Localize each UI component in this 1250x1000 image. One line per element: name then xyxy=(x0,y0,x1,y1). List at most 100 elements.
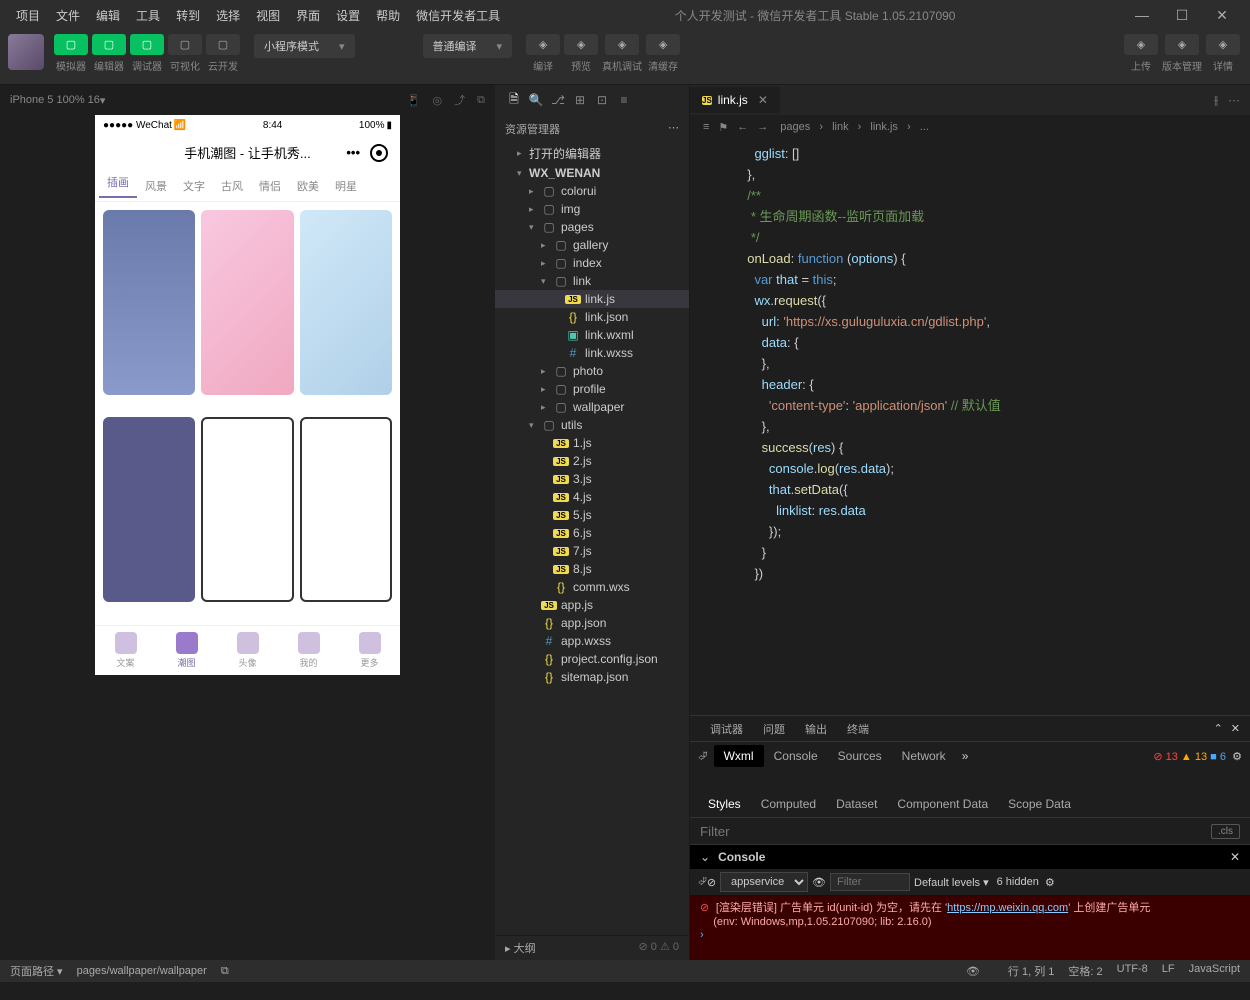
menu-视图[interactable]: 视图 xyxy=(248,5,288,27)
tree-node[interactable]: {}comm.wxs xyxy=(495,578,689,596)
tree-node[interactable]: ▸▢profile xyxy=(495,380,689,398)
tree-node[interactable]: ▸▢colorui xyxy=(495,182,689,200)
search-icon[interactable]: 🔍 xyxy=(525,93,547,107)
more-icon[interactable]: » xyxy=(962,749,969,763)
toolbar-right[interactable]: ◈ xyxy=(1206,34,1240,55)
gear-icon[interactable]: ⚙ xyxy=(1045,876,1055,889)
bottom-nav-item[interactable]: 我的 xyxy=(278,626,339,675)
bottom-nav-item[interactable]: 潮图 xyxy=(156,626,217,675)
style-tab[interactable]: Computed xyxy=(751,797,826,811)
back-icon[interactable]: ← xyxy=(737,121,748,133)
ext-icon[interactable]: ⊡ xyxy=(591,93,613,107)
tree-node[interactable]: JS4.js xyxy=(495,488,689,506)
close-icon[interactable]: ✕ xyxy=(1231,722,1240,735)
wallpaper-thumb[interactable] xyxy=(201,417,293,602)
tree-node[interactable]: #app.wxss xyxy=(495,632,689,650)
tree-node[interactable]: JS2.js xyxy=(495,452,689,470)
maximize-button[interactable]: ☐ xyxy=(1162,7,1202,24)
error-count[interactable]: ⊘ 13 xyxy=(1153,751,1178,763)
style-tab[interactable]: Dataset xyxy=(826,797,887,811)
crumb[interactable]: link xyxy=(832,121,849,133)
more-icon[interactable]: ⋯ xyxy=(1228,93,1240,107)
menu-界面[interactable]: 界面 xyxy=(288,5,328,27)
scope-select[interactable]: appservice xyxy=(720,872,808,892)
tree-node[interactable]: {}app.json xyxy=(495,614,689,632)
devtools-subtab[interactable]: Console xyxy=(764,745,828,767)
toolbar-action[interactable]: ◈ xyxy=(646,34,680,55)
style-tab[interactable]: Component Data xyxy=(887,797,998,811)
tree-node[interactable]: ▾▢utils xyxy=(495,416,689,434)
hidden-count[interactable]: 6 hidden xyxy=(997,876,1039,888)
outline-title[interactable]: 大纲 xyxy=(514,943,536,955)
tree-node[interactable]: JSapp.js xyxy=(495,596,689,614)
crumb[interactable]: pages xyxy=(780,121,810,133)
category-tab[interactable]: 插画 xyxy=(99,174,137,198)
ext-icon[interactable]: ≡ xyxy=(613,93,635,107)
git-icon[interactable]: ⎇ xyxy=(547,93,569,107)
breadcrumb[interactable]: ≡ ⚑ ← → pages › link › link.js › ... xyxy=(690,115,1250,139)
user-avatar[interactable] xyxy=(8,34,44,70)
toolbar-btn[interactable]: ▢ xyxy=(206,34,240,55)
inspect-icon[interactable]: ⮰ xyxy=(698,749,708,764)
devtools-tab[interactable]: 终端 xyxy=(837,721,879,737)
tree-node[interactable]: ▾▢link xyxy=(495,272,689,290)
crumb[interactable]: link.js xyxy=(870,121,898,133)
menu-设置[interactable]: 设置 xyxy=(328,5,368,27)
category-tab[interactable]: 风景 xyxy=(137,178,175,194)
gear-icon[interactable]: ⚙ xyxy=(1232,751,1242,763)
warn-count[interactable]: ▲ 13 xyxy=(1181,751,1207,763)
tree-node[interactable]: JS6.js xyxy=(495,524,689,542)
wallpaper-thumb[interactable] xyxy=(103,417,195,602)
menu-编辑[interactable]: 编辑 xyxy=(88,5,128,27)
device-label[interactable]: iPhone 5 100% 16 xyxy=(10,94,100,106)
tree-node[interactable]: JS5.js xyxy=(495,506,689,524)
compile-dropdown[interactable]: 普通编译 xyxy=(423,34,513,58)
console-filter-input[interactable] xyxy=(830,873,910,891)
menu-dots-icon[interactable]: ••• xyxy=(346,145,360,160)
eye-icon[interactable]: 👁 xyxy=(966,965,980,978)
toolbar-right[interactable]: ◈ xyxy=(1165,34,1199,55)
close-button[interactable]: ✕ xyxy=(1202,7,1242,24)
close-tab-icon[interactable]: ✕ xyxy=(758,93,768,107)
split-icon[interactable]: ⫲ xyxy=(1214,93,1218,107)
chevron-up-icon[interactable]: ⌃ xyxy=(1214,722,1223,735)
toolbar-btn[interactable]: ▢ xyxy=(54,34,88,55)
section-open-editors[interactable]: ▸打开的编辑器 xyxy=(495,143,689,164)
devtools-tab[interactable]: 输出 xyxy=(795,721,837,737)
code-area[interactable]: gglist: [] }, /** * 生命周期函数--监听页面加载 */ on… xyxy=(690,139,1250,715)
menu-文件[interactable]: 文件 xyxy=(48,5,88,27)
bottom-nav-item[interactable]: 文案 xyxy=(95,626,156,675)
info-count[interactable]: ■ 6 xyxy=(1210,751,1226,763)
style-filter-input[interactable] xyxy=(700,824,1211,839)
console-chevron-icon[interactable]: ⌄ xyxy=(700,850,710,864)
clear-icon[interactable]: ⊘ xyxy=(707,876,716,889)
tree-node[interactable]: JS7.js xyxy=(495,542,689,560)
tree-node[interactable]: ▣link.wxml xyxy=(495,326,689,344)
sim-icon[interactable]: ⧉ xyxy=(477,94,485,107)
devtools-subtab[interactable]: Network xyxy=(892,745,956,767)
minimize-button[interactable]: — xyxy=(1122,7,1162,23)
eye-icon[interactable]: 👁 xyxy=(812,876,826,889)
category-tab[interactable]: 明星 xyxy=(327,178,365,194)
tree-node[interactable]: ▸▢img xyxy=(495,200,689,218)
tree-node[interactable]: ▸▢index xyxy=(495,254,689,272)
toolbar-action[interactable]: ◈ xyxy=(564,34,598,55)
console-link[interactable]: https://mp.weixin.qq.com xyxy=(947,902,1068,914)
tree-node[interactable]: {}link.json xyxy=(495,308,689,326)
sim-icon[interactable]: ⤴ xyxy=(454,92,465,108)
category-tab[interactable]: 情侣 xyxy=(251,178,289,194)
page-path-label[interactable]: 页面路径 ▾ xyxy=(10,963,63,979)
crumb[interactable]: ... xyxy=(920,121,929,133)
category-tab[interactable]: 欧美 xyxy=(289,178,327,194)
menu-微信开发者工具[interactable]: 微信开发者工具 xyxy=(408,5,508,27)
menu-转到[interactable]: 转到 xyxy=(168,5,208,27)
style-tab[interactable]: Scope Data xyxy=(998,797,1081,811)
levels-dropdown[interactable]: Default levels ▾ xyxy=(914,876,989,889)
tree-node[interactable]: JSlink.js xyxy=(495,290,689,308)
tree-node[interactable]: JS1.js xyxy=(495,434,689,452)
tree-node[interactable]: JS8.js xyxy=(495,560,689,578)
bottom-nav-item[interactable]: 更多 xyxy=(339,626,400,675)
tree-node[interactable]: {}project.config.json xyxy=(495,650,689,668)
ext-icon[interactable]: ⊞ xyxy=(569,93,591,107)
menu-帮助[interactable]: 帮助 xyxy=(368,5,408,27)
